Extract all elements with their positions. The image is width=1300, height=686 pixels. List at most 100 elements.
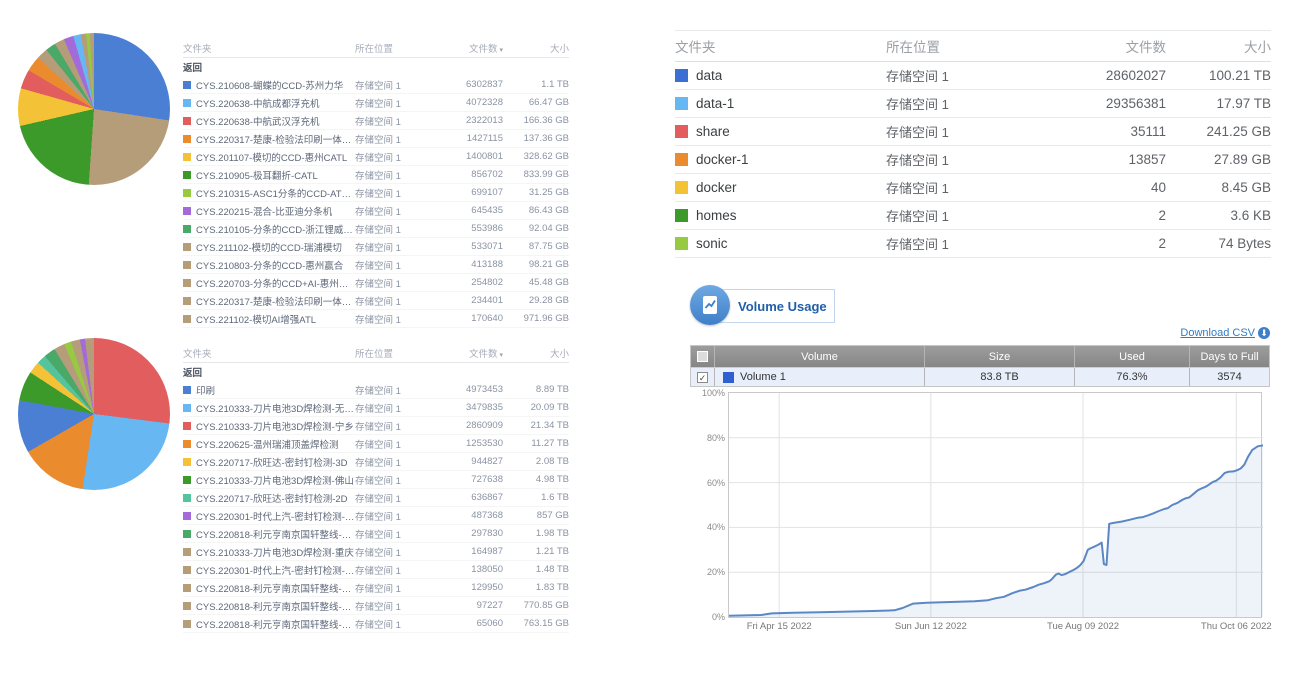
folder-name-cell: CYS.220317-楚康-检验法印刷一体机-定位 (183, 294, 355, 308)
table-row[interactable]: docker存储空间 1408.45 GB (675, 174, 1271, 202)
table-row[interactable]: homes存储空间 123.6 KB (675, 202, 1271, 230)
back-link[interactable]: 返回 (183, 60, 202, 74)
location-cell: 存储空间 1 (355, 186, 433, 200)
folder-color-chip (183, 171, 191, 179)
table-row[interactable]: data-1存储空间 12935638117.97 TB (675, 90, 1271, 118)
select-all-checkbox[interactable] (697, 351, 708, 362)
files-cell: 1400801 (433, 151, 503, 162)
folder-column-header[interactable]: 文件夹 (183, 41, 355, 55)
table-row[interactable]: CYS.210315-ASC1分条的CCD-ATL分条机存储空间 1699107… (183, 184, 569, 202)
folder-name: CYS.220717-欣旺达-密封钉检测-3D (196, 455, 348, 469)
table-row[interactable]: CYS.210333-刀片电池3D焊检测-佛山存储空间 17276384.98 … (183, 471, 569, 489)
table-row[interactable]: CYS.210333-刀片电池3D焊检测-重庆存储空间 11649871.21 … (183, 543, 569, 561)
table-row[interactable]: CYS.211102-模切的CCD-瑞浦模切存储空间 153307187.75 … (183, 238, 569, 256)
table-row[interactable]: CYS.210333-刀片电池3D焊检测-宁乡存储空间 1286090921.3… (183, 417, 569, 435)
table-row[interactable]: CYS.220215-混合-比亚迪分条机存储空间 164543586.43 GB (183, 202, 569, 220)
folder-name-cell: CYS.220301-时代上汽-密封钉检测-3D (183, 509, 355, 523)
table-row[interactable]: CYS.210905-极耳翻折-CATL存储空间 1856702833.99 G… (183, 166, 569, 184)
files-column-header[interactable]: 文件数▾ (433, 41, 503, 55)
size-column-header[interactable]: 大小 (503, 346, 569, 360)
folder-column-header[interactable]: 文件夹 (183, 346, 355, 360)
folder-color-chip (183, 117, 191, 125)
shared-folder-table: 文件夹所在位置文件数大小data存储空间 128602027100.21 TBd… (675, 30, 1271, 258)
table-row[interactable]: CYS.220638-中航武汉浮充机存储空间 12322013166.36 GB (183, 112, 569, 130)
folder-name: CYS.210315-ASC1分条的CCD-ATL分条机 (196, 186, 355, 200)
volume-name-cell: Volume 1 (715, 368, 925, 386)
table-row[interactable]: sonic存储空间 1274 Bytes (675, 230, 1271, 258)
files-cell: 533071 (433, 241, 503, 252)
y-axis-tick-label: 100% (702, 388, 725, 398)
table-row[interactable]: CYS.210608-蝴蝶的CCD-苏州力华存储空间 163028371.1 T… (183, 76, 569, 94)
table-row[interactable]: 印刷存储空间 149734538.89 TB (183, 381, 569, 399)
size-column-header[interactable]: 大小 (1166, 36, 1271, 56)
select-all-checkbox-cell[interactable] (691, 346, 715, 367)
volume-row-checkbox[interactable]: ✓ (697, 372, 708, 383)
location-column-header[interactable]: 所在位置 (355, 346, 433, 360)
back-row[interactable]: 返回 (183, 363, 569, 381)
table-row[interactable]: CYS.201107-模切的CCD-惠州CATL存储空间 11400801328… (183, 148, 569, 166)
location-cell: 存储空间 1 (355, 437, 433, 451)
table-row[interactable]: CYS.220818-利元亨南京国轩整线-顶盖焊-3D存储空间 12978301… (183, 525, 569, 543)
folder-name-cell: docker (675, 180, 886, 195)
table-row[interactable]: CYS.220317-楚康-检验法印刷一体机-定位存储空间 123440129.… (183, 292, 569, 310)
table-row[interactable]: docker-1存储空间 11385727.89 GB (675, 146, 1271, 174)
table-row[interactable]: CYS.220717-欣旺达-密封钉检测-3D存储空间 19448272.08 … (183, 453, 569, 471)
table-row[interactable]: CYS.220818-利元亨南京国轩整线-盖板激光焊接-...存储空间 1972… (183, 597, 569, 615)
location-cell: 存储空间 1 (355, 132, 433, 146)
table-row[interactable]: CYS.220703-分条的CCD+AI-惠州赢合存储空间 125480245.… (183, 274, 569, 292)
files-column-header[interactable]: 文件数▾ (433, 346, 503, 360)
size-cell: 20.09 TB (503, 402, 569, 413)
volume-used-cell: 76.3% (1075, 368, 1190, 386)
x-axis-tick-label: Sun Jun 12 2022 (895, 621, 967, 632)
table-row[interactable]: CYS.220301-时代上汽-密封钉检测-3D存储空间 1487368857 … (183, 507, 569, 525)
size-cell: 11.27 TB (503, 438, 569, 449)
size-cell: 2.08 TB (503, 456, 569, 467)
location-column-header[interactable]: 所在位置 (886, 36, 1046, 56)
table-row[interactable]: CYS.220638-中航成都浮充机存储空间 1407232866.47 GB (183, 94, 569, 112)
files-cell: 13857 (1046, 152, 1166, 167)
size-cell: 3.6 KB (1166, 208, 1271, 223)
table-row[interactable]: CYS.221102-模切AI增强ATL存储空间 1170640971.96 G… (183, 310, 569, 328)
folder-name: CYS.220301-时代上汽-密封钉检测-3D (196, 509, 355, 523)
files-cell: 727638 (433, 474, 503, 485)
table-row[interactable]: CYS.220818-利元亨南京国轩整线-密封钉存储空间 165060763.1… (183, 615, 569, 633)
size-cell: 833.99 GB (503, 169, 569, 180)
pie-chart-top (18, 33, 170, 185)
files-cell: 413188 (433, 259, 503, 270)
table-row[interactable]: CYS.220818-利元亨南京国轩整线-顶盖焊-2D存储空间 11299501… (183, 579, 569, 597)
y-axis-tick-label: 20% (707, 567, 725, 577)
table-row[interactable]: CYS.220625-温州瑞浦顶盖焊检测存储空间 1125353011.27 T… (183, 435, 569, 453)
x-axis-tick-label: Tue Aug 09 2022 (1047, 621, 1119, 632)
volume-column-header: Volume (715, 346, 925, 367)
table-row[interactable]: CYS.210105-分条的CCD-浙江锂威（兰溪）存储空间 155398692… (183, 220, 569, 238)
folder-name: data (696, 68, 722, 83)
location-cell: 存储空间 1 (355, 599, 433, 613)
back-link[interactable]: 返回 (183, 365, 202, 379)
table-row[interactable]: data存储空间 128602027100.21 TB (675, 62, 1271, 90)
size-column-header: Size (925, 346, 1075, 367)
back-row[interactable]: 返回 (183, 58, 569, 76)
size-column-header[interactable]: 大小 (503, 41, 569, 55)
folder-column-header[interactable]: 文件夹 (675, 36, 886, 56)
folder-color-chip (675, 69, 688, 82)
volume-table-row[interactable]: ✓ Volume 1 83.8 TB 76.3% 3574 (691, 367, 1269, 386)
table-row[interactable]: share存储空间 135111241.25 GB (675, 118, 1271, 146)
size-cell: 137.36 GB (503, 133, 569, 144)
folder-name: CYS.220818-利元亨南京国轩整线-顶盖焊-3D (196, 527, 355, 541)
table-row[interactable]: CYS.210333-刀片电池3D焊检测-无为-2期存储空间 134798352… (183, 399, 569, 417)
table-row[interactable]: CYS.210803-分条的CCD-惠州赢合存储空间 141318898.21 … (183, 256, 569, 274)
location-cell: 存储空间 1 (355, 258, 433, 272)
usage-line-plot (729, 393, 1263, 617)
table-row[interactable]: CYS.220301-时代上汽-密封钉检测-2D存储空间 11380501.48… (183, 561, 569, 579)
folder-name-cell: CYS.211102-模切的CCD-瑞浦模切 (183, 240, 355, 254)
folder-name-cell: CYS.210333-刀片电池3D焊检测-宁乡 (183, 419, 355, 433)
files-column-header[interactable]: 文件数 (1046, 36, 1166, 56)
location-cell: 存储空间 1 (886, 234, 1046, 253)
folder-name-cell: data (675, 68, 886, 83)
used-column-header: Used (1075, 346, 1190, 367)
table-row[interactable]: CYS.220317-楚康-检验法印刷一体机-缺陷检测存储空间 11427115… (183, 130, 569, 148)
folder-name: CYS.201107-模切的CCD-惠州CATL (196, 150, 347, 164)
table-row[interactable]: CYS.220717-欣旺达-密封钉检测-2D存储空间 16368671.6 T… (183, 489, 569, 507)
location-column-header[interactable]: 所在位置 (355, 41, 433, 55)
folder-name: CYS.220703-分条的CCD+AI-惠州赢合 (196, 276, 355, 290)
